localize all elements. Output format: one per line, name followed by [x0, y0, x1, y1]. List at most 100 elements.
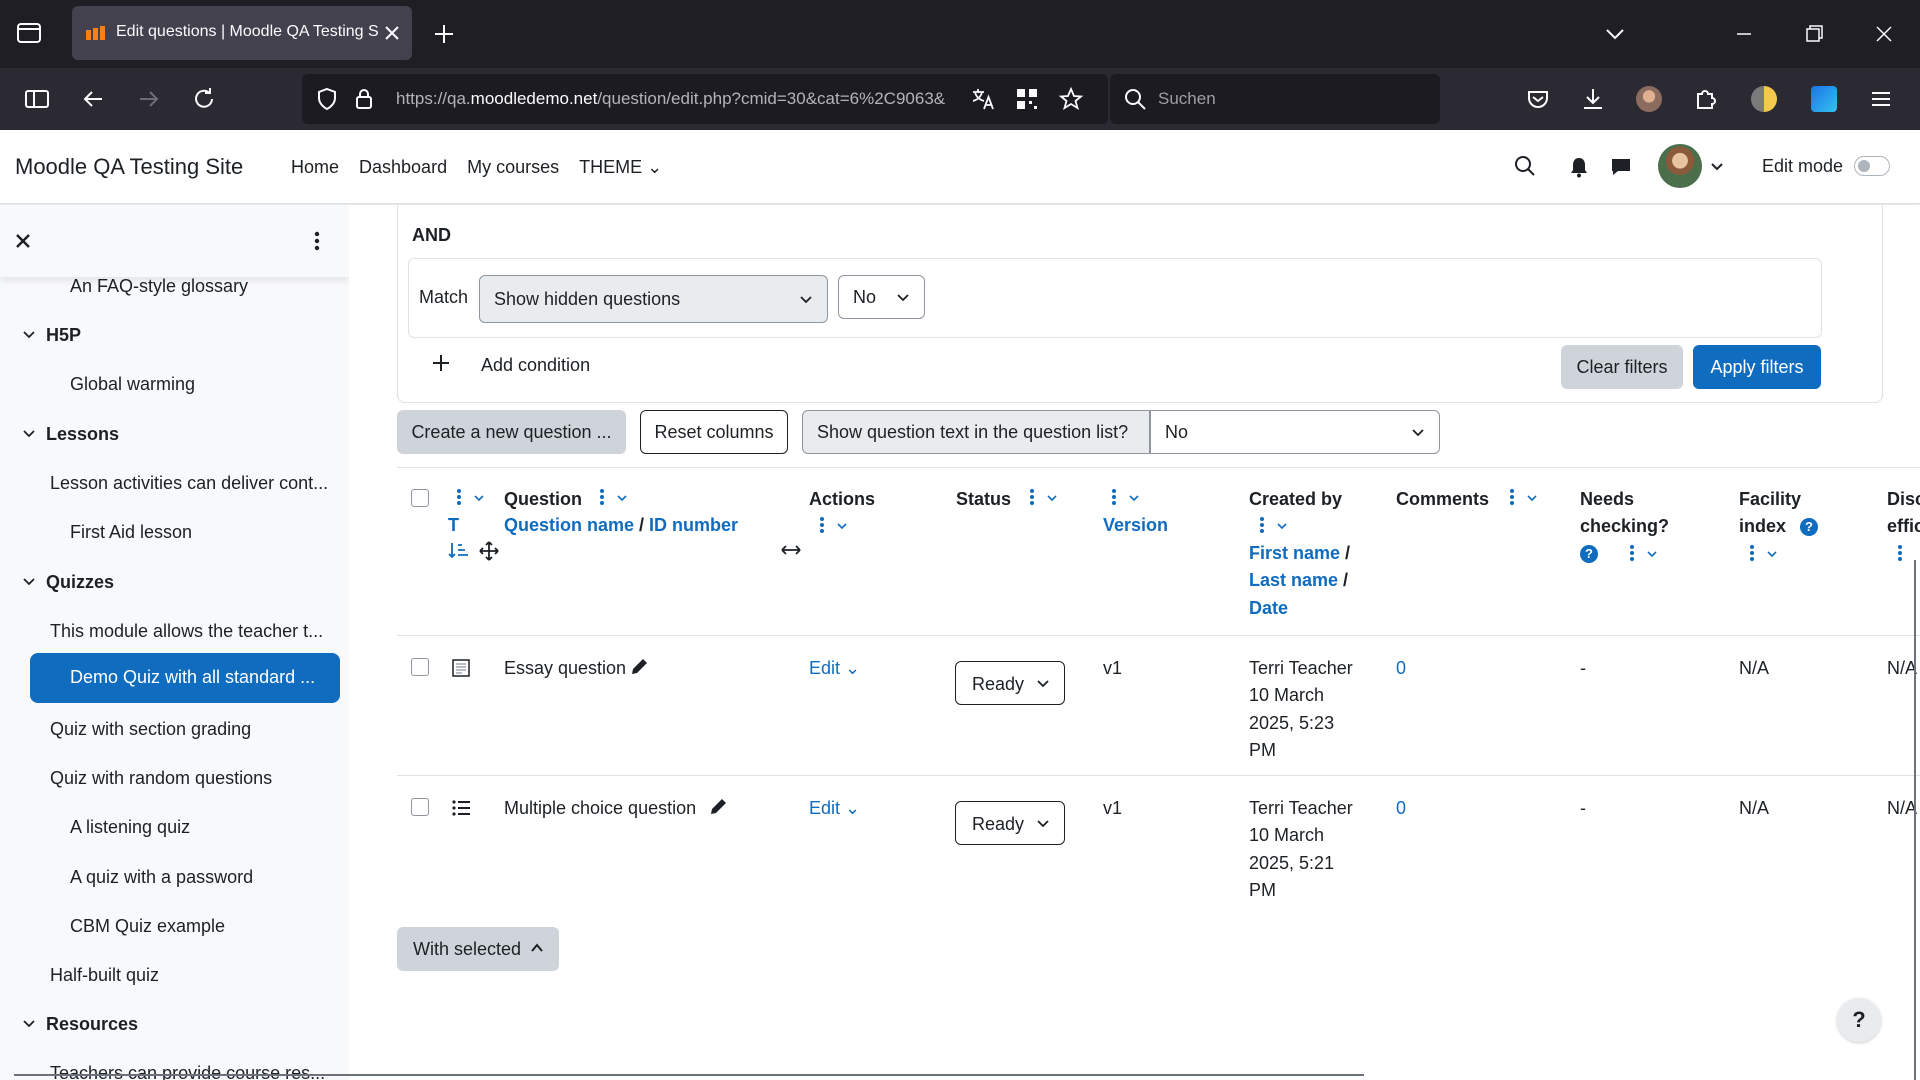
sort-by-first-name-link[interactable]: First name / — [1249, 543, 1350, 564]
pocket-icon[interactable] — [1523, 84, 1553, 114]
chevron-down-icon[interactable] — [22, 1017, 36, 1031]
drawer-item-active[interactable]: Demo Quiz with all standard ... — [30, 653, 340, 703]
comments-count-link[interactable]: 0 — [1396, 798, 1406, 819]
reload-icon[interactable] — [189, 84, 219, 114]
plus-icon[interactable] — [431, 353, 451, 373]
with-selected-button[interactable]: With selected — [397, 927, 559, 971]
column-menu-icon[interactable] — [1259, 516, 1265, 534]
sort-by-last-name-link[interactable]: Last name / — [1249, 570, 1348, 591]
column-menu-icon[interactable] — [1629, 544, 1635, 562]
qr-code-icon[interactable] — [1014, 86, 1040, 112]
translate-icon[interactable] — [970, 86, 996, 112]
bookmark-star-icon[interactable] — [1058, 86, 1084, 112]
drawer-section-lessons[interactable]: Lessons — [46, 424, 119, 445]
horizontal-scrollbar[interactable] — [14, 1074, 1364, 1076]
comments-count-link[interactable]: 0 — [1396, 658, 1406, 679]
user-avatar[interactable] — [1658, 144, 1702, 188]
edit-mode-toggle[interactable] — [1854, 156, 1890, 176]
resize-column-icon[interactable] — [780, 542, 802, 558]
drawer-section-resources[interactable]: Resources — [46, 1014, 138, 1035]
lock-icon[interactable] — [352, 86, 376, 112]
sort-by-version-link[interactable]: Version — [1103, 515, 1168, 536]
messages-icon[interactable] — [1609, 155, 1633, 179]
url-bar[interactable]: https://qa.moodledemo.net/question/edit.… — [302, 74, 1108, 124]
condition-value-select[interactable]: No — [838, 275, 925, 319]
chevron-down-icon[interactable] — [1646, 548, 1658, 560]
drawer-item[interactable]: A listening quiz — [70, 817, 190, 838]
row-edit-menu[interactable]: Edit ⌄ — [809, 658, 860, 679]
nav-home[interactable]: Home — [291, 157, 339, 178]
user-menu-chevron-icon[interactable] — [1709, 158, 1725, 174]
create-new-question-button[interactable]: Create a new question ... — [397, 410, 626, 454]
drawer-item[interactable]: Teachers can provide course res... — [50, 1063, 325, 1080]
sort-by-question-name-link[interactable]: Question name / ID number — [504, 515, 738, 536]
help-icon[interactable]: ? — [1580, 545, 1598, 563]
pencil-edit-icon[interactable] — [707, 796, 729, 818]
chevron-down-icon[interactable] — [1276, 520, 1288, 532]
apply-filters-button[interactable]: Apply filters — [1693, 345, 1821, 389]
column-menu-icon[interactable] — [1749, 544, 1755, 562]
shield-icon[interactable] — [314, 86, 340, 112]
drawer-item[interactable]: CBM Quiz example — [70, 916, 225, 937]
condition-type-select[interactable]: Show hidden questions — [479, 275, 828, 323]
chevron-down-icon[interactable] — [22, 427, 36, 441]
status-select[interactable]: Ready — [955, 661, 1065, 705]
drawer-section-quizzes[interactable]: Quizzes — [46, 572, 114, 593]
chevron-down-icon[interactable] — [616, 492, 628, 504]
chevron-down-icon[interactable] — [1526, 492, 1538, 504]
new-tab-icon[interactable] — [430, 20, 458, 48]
drawer-item[interactable]: A quiz with a password — [70, 867, 253, 888]
browser-search-bar[interactable]: Suchen — [1110, 74, 1440, 124]
chevron-down-icon[interactable] — [1128, 492, 1140, 504]
drawer-section-h5p[interactable]: H5P — [46, 325, 81, 346]
drawer-item[interactable]: Global warming — [70, 374, 195, 395]
nav-dashboard[interactable]: Dashboard — [359, 157, 447, 178]
downloads-icon[interactable] — [1578, 84, 1608, 114]
chevron-down-icon[interactable] — [836, 520, 848, 532]
status-select[interactable]: Ready — [955, 801, 1065, 845]
drawer-item[interactable]: Lesson activities can deliver cont... — [50, 473, 328, 494]
nav-theme[interactable]: THEME ⌄ — [579, 157, 662, 178]
browser-tab-active[interactable]: Edit questions | Moodle QA Testing Site — [72, 6, 412, 60]
row-checkbox[interactable] — [411, 798, 429, 816]
search-icon[interactable] — [1513, 154, 1537, 178]
column-menu-icon[interactable] — [1029, 488, 1035, 506]
site-name[interactable]: Moodle QA Testing Site — [15, 154, 243, 180]
chevron-down-icon[interactable] — [473, 492, 485, 504]
url-text[interactable]: https://qa.moodledemo.net/question/edit.… — [396, 89, 962, 109]
row-edit-menu[interactable]: Edit ⌄ — [809, 798, 860, 819]
move-column-icon[interactable] — [479, 541, 499, 561]
column-menu-icon[interactable] — [819, 516, 825, 534]
minimize-icon[interactable] — [1730, 20, 1758, 48]
back-arrow-icon[interactable] — [78, 84, 108, 114]
hamburger-menu-icon[interactable] — [1866, 84, 1896, 114]
clear-filters-button[interactable]: Clear filters — [1561, 345, 1683, 389]
help-button[interactable]: ? — [1837, 998, 1881, 1042]
sort-by-date-link[interactable]: Date — [1249, 598, 1288, 619]
account-avatar-icon[interactable] — [1636, 86, 1662, 112]
drawer-item[interactable]: Quiz with random questions — [50, 768, 272, 789]
add-condition-link[interactable]: Add condition — [481, 355, 590, 376]
column-menu-icon[interactable] — [1111, 488, 1117, 506]
tab-list-icon[interactable] — [14, 18, 44, 48]
column-menu-icon[interactable] — [599, 488, 605, 506]
drawer-item[interactable]: This module allows the teacher t... — [50, 621, 323, 642]
chevron-down-icon[interactable] — [1766, 548, 1778, 560]
column-menu-icon[interactable] — [1897, 544, 1903, 562]
drawer-item[interactable]: Quiz with section grading — [50, 719, 251, 740]
close-window-icon[interactable] — [1870, 20, 1898, 48]
vertical-scrollbar[interactable] — [1914, 560, 1916, 1080]
help-icon[interactable]: ? — [1800, 518, 1818, 536]
reset-columns-button[interactable]: Reset columns — [640, 410, 788, 454]
drawer-item[interactable]: An FAQ-style glossary — [70, 276, 248, 297]
chevron-down-icon[interactable] — [22, 575, 36, 589]
notification-bell-icon[interactable] — [1567, 155, 1591, 179]
forward-arrow-icon[interactable] — [134, 84, 164, 114]
drawer-item[interactable]: Half-built quiz — [50, 965, 159, 986]
nav-my-courses[interactable]: My courses — [467, 157, 559, 178]
tab-overflow-chevron-icon[interactable] — [1601, 20, 1629, 48]
close-icon[interactable] — [13, 231, 33, 251]
extension-blue-icon[interactable] — [1811, 86, 1837, 112]
sort-by-type-link[interactable]: T — [448, 515, 459, 536]
sort-ascending-icon[interactable] — [448, 540, 470, 560]
